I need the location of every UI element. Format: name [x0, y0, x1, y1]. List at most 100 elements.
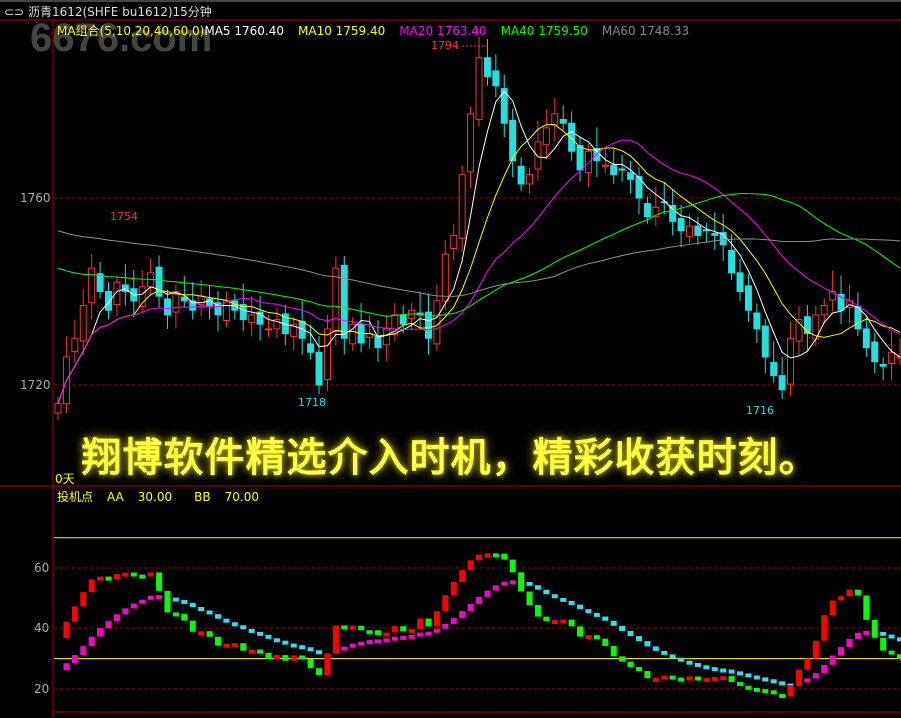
candle-up — [534, 141, 542, 170]
indicator-slow-bar — [299, 645, 306, 650]
ma-group-label: MA组合(5,10,20,40,60,0) — [57, 24, 205, 38]
indicator-slow-bar — [838, 647, 845, 656]
indicator-slow-bar — [139, 599, 146, 604]
indicator-fast-bar — [181, 613, 188, 621]
indicator-slow-bar — [71, 655, 78, 664]
indicator-slow-bar — [417, 632, 424, 637]
candle-up — [88, 267, 96, 304]
indicator-slow-bar — [80, 646, 87, 656]
indicator-fast-bar — [97, 576, 104, 581]
indicator-fast-bar — [619, 656, 626, 662]
candle-up — [450, 234, 458, 249]
indicator-fast-bar — [484, 553, 491, 558]
candle-up — [441, 253, 449, 302]
bb-label: BB — [194, 490, 211, 504]
indicator-fast-bar — [728, 676, 735, 682]
indicator-slow-bar — [130, 603, 137, 609]
indicator-fast-bar — [560, 619, 567, 624]
candle-down — [307, 343, 315, 353]
indicator-slow-bar — [770, 679, 777, 684]
indicator-fast-bar — [80, 592, 87, 607]
candle-up — [787, 337, 795, 385]
indicator-fast-bar — [534, 605, 541, 617]
indicator-fast-bar — [299, 655, 306, 660]
indicator-fast-bar — [526, 591, 533, 606]
candle-down — [618, 168, 626, 171]
indicator-slow-bar — [635, 636, 642, 642]
indicator-slow-bar — [383, 638, 390, 643]
indicator-fast-bar — [543, 616, 550, 622]
candle-up — [172, 291, 180, 313]
indicator-fast-bar — [804, 658, 811, 670]
candle-up — [686, 225, 693, 237]
indicator-slow-bar — [231, 622, 238, 627]
candle-up — [820, 305, 828, 316]
indicator-fast-bar — [214, 636, 221, 646]
indicator-fast-bar — [492, 553, 499, 558]
indicator-slow-bar — [181, 599, 188, 604]
indicator-fast-bar — [273, 655, 280, 660]
indicator-fast-bar — [130, 572, 137, 577]
indicator-slow-bar — [880, 631, 887, 636]
chart-canvas[interactable] — [0, 0, 901, 718]
indicator-slow-bar — [273, 638, 280, 643]
ma20-label: MA20 1763.40 — [399, 24, 487, 38]
indicator-fast-bar — [172, 612, 179, 617]
candle-up — [475, 57, 483, 120]
indicator-fast-bar — [324, 653, 331, 675]
indicator-slow-bar — [762, 677, 769, 682]
candle-down — [761, 325, 769, 358]
indicator-fast-bar — [795, 669, 802, 686]
indicator-slow-bar — [610, 620, 617, 626]
indicator-fast-bar — [829, 600, 836, 616]
indicator-fast-bar — [63, 621, 70, 639]
ind-tick-20: 20 — [34, 682, 50, 696]
indicator-slow-bar — [678, 657, 685, 662]
indicator-fast-bar — [635, 667, 642, 672]
indicator-slow-bar — [450, 617, 457, 624]
indicator-fast-bar — [585, 635, 592, 640]
indicator-slow-bar — [745, 673, 752, 678]
indicator-slow-bar — [686, 660, 693, 665]
indicator-fast-bar — [745, 685, 752, 690]
indicator-slow-bar — [223, 618, 230, 623]
candle-down — [105, 291, 113, 311]
high-label: 1754 — [110, 210, 138, 223]
indicator-fast-bar — [703, 678, 710, 683]
indicator-slow-bar — [720, 668, 727, 673]
indicator-slow-bar — [593, 612, 600, 617]
candle-up — [433, 300, 441, 345]
indicator-fast-bar — [400, 626, 407, 632]
candle-down — [576, 145, 584, 171]
indicator-slow-bar — [854, 632, 861, 639]
indicator-slow-bar — [240, 625, 247, 630]
indicator-fast-bar — [661, 675, 668, 680]
indicator-fast-bar — [678, 677, 685, 682]
indicator-slow-bar — [122, 608, 129, 615]
candle-up — [71, 337, 79, 352]
indicator-fast-bar — [762, 689, 769, 694]
candle-up — [526, 174, 534, 185]
candle-up — [332, 267, 340, 333]
indicator-slow-bar — [492, 585, 499, 591]
bb-value: 70.00 — [224, 490, 259, 504]
indicator-fast-bar — [341, 625, 348, 630]
indicator-slow-bar — [737, 671, 744, 676]
indicator-fast-bar — [838, 596, 845, 601]
indicator-slow-bar — [408, 634, 415, 639]
indicator-slow-bar — [652, 646, 659, 651]
indicator-slow-bar — [358, 641, 365, 646]
indicator-slow-bar — [846, 638, 853, 648]
indicator-slow-bar — [804, 678, 811, 683]
indicator-slow-bar — [341, 646, 348, 651]
candle-up — [265, 328, 272, 331]
indicator-fast-bar — [846, 589, 853, 597]
indicator-fast-bar — [113, 574, 120, 580]
indicator-fast-bar — [105, 576, 112, 581]
indicator-fast-bar — [189, 620, 196, 632]
candle-down — [711, 233, 719, 236]
candle-down — [96, 273, 104, 292]
candle-up — [54, 403, 62, 414]
ma60-label: MA60 1748.33 — [601, 24, 690, 38]
indicator-slow-bar — [105, 621, 112, 629]
